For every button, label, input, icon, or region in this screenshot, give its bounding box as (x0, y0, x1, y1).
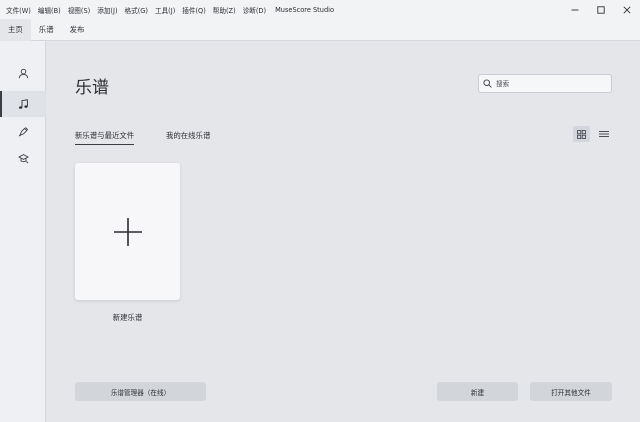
menu-help[interactable]: 帮助(Z) (213, 5, 236, 15)
menu-add[interactable]: 添加(J) (97, 5, 117, 15)
menu-bar: 文件(W) 编辑(B) 视图(S) 添加(J) 格式(G) 工具(J) 插件(Q… (0, 0, 640, 19)
search-icon (483, 79, 492, 88)
search-box[interactable] (478, 74, 612, 93)
tab-new-and-recent[interactable]: 新乐谱与最近文件 (75, 130, 135, 145)
sidebar-item-learn[interactable] (0, 145, 46, 171)
sidebar-item-scores[interactable] (0, 91, 46, 117)
minimize-icon (571, 9, 579, 10)
menu-items: 文件(W) 编辑(B) 视图(S) 添加(J) 格式(G) 工具(J) 插件(Q… (0, 5, 334, 15)
new-button[interactable]: 新建 (437, 382, 518, 401)
plugins-icon (18, 126, 28, 137)
menu-edit[interactable]: 编辑(B) (38, 5, 61, 15)
account-icon (18, 68, 28, 78)
grid-view-icon (577, 129, 586, 139)
list-view-button[interactable] (595, 126, 612, 142)
menu-file[interactable]: 文件(W) (6, 5, 31, 15)
sidebar-item-plugins[interactable] (0, 118, 46, 144)
close-icon (623, 5, 631, 14)
learn-icon (17, 153, 29, 163)
home-sidebar (0, 41, 46, 422)
tab-score[interactable]: 乐谱 (31, 19, 62, 40)
menu-diagnostics[interactable]: 诊断(D) (243, 5, 266, 15)
tab-publish[interactable]: 发布 (62, 19, 93, 40)
open-other-file-button[interactable]: 打开其他文件 (530, 382, 612, 401)
menu-plugins[interactable]: 插件(Q) (182, 5, 206, 15)
menu-view[interactable]: 视图(S) (68, 5, 91, 15)
new-score-label: 新建乐谱 (112, 313, 143, 322)
maximize-button[interactable] (588, 0, 614, 19)
score-manager-button[interactable]: 乐谱管理器（在线） (75, 382, 206, 401)
maximize-icon (597, 5, 605, 14)
new-score-card[interactable] (75, 163, 180, 300)
search-input[interactable] (496, 79, 606, 88)
close-button[interactable] (614, 0, 640, 19)
list-view-icon (598, 131, 609, 137)
tab-home[interactable]: 主页 (0, 19, 31, 41)
tab-my-online-scores[interactable]: 我的在线乐谱 (166, 130, 210, 141)
window-controls (562, 0, 640, 19)
sidebar-item-account[interactable] (0, 60, 46, 86)
app-title: MuseScore Studio (275, 5, 335, 14)
minimize-button[interactable] (562, 0, 588, 19)
plus-icon (113, 217, 142, 246)
menu-tools[interactable]: 工具(J) (155, 5, 175, 15)
grid-view-button[interactable] (573, 126, 590, 142)
tab-bar: 主页 乐谱 发布 (0, 19, 640, 41)
menu-format[interactable]: 格式(G) (125, 5, 148, 15)
page-title: 乐谱 (75, 78, 109, 98)
music-note-icon (18, 98, 28, 109)
